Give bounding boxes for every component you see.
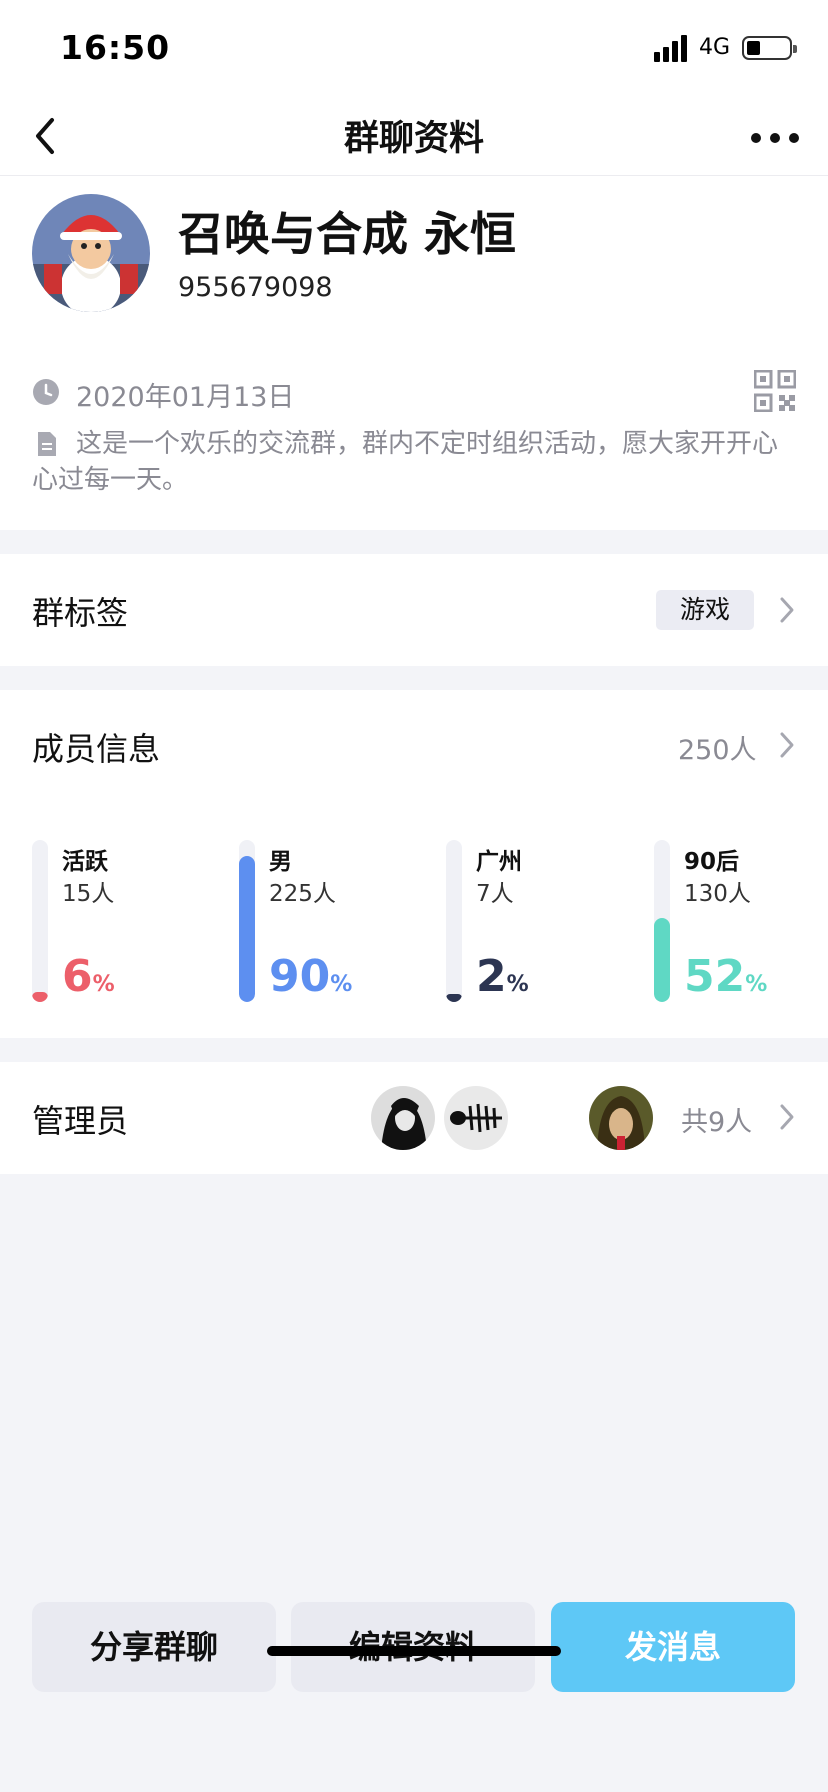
created-date: 2020年01月13日 [76, 382, 295, 413]
admin-avatar[interactable] [589, 1086, 653, 1150]
stat-bar [446, 994, 462, 1002]
admins-row[interactable]: 管理员 共9人 [0, 1062, 828, 1174]
admin-avatar[interactable] [444, 1086, 508, 1150]
chevron-right-icon [780, 597, 794, 623]
stat-label: 广州 [476, 849, 522, 875]
member-count[interactable]: 250人 [678, 728, 757, 767]
page-title: 群聊资料 [343, 119, 484, 159]
nav-bar: 群聊资料 [0, 96, 828, 176]
admins-label: 管理员 [32, 1102, 129, 1140]
stat-guangzhou: 广州 7人 2% [446, 840, 646, 1002]
member-info-label: 成员信息 [32, 730, 161, 768]
status-time: 16:50 [60, 28, 171, 67]
stat-post90s: 90后 130人 52% [654, 840, 828, 1002]
stat-label: 90后 [684, 849, 740, 875]
stat-track [239, 840, 255, 1002]
group-tags-row[interactable]: 群标签 游戏 [0, 554, 828, 666]
cellular-signal-icon [654, 35, 687, 62]
send-message-button[interactable]: 发消息 [551, 1602, 795, 1692]
admins-count: 共9人 [681, 1107, 753, 1138]
group-header: 召唤与合成 永恒 955679098 2020年01月13日 这是一个欢乐的交流… [0, 176, 828, 530]
stat-track [446, 840, 462, 1002]
stat-active: 活跃 15人 6% [32, 840, 232, 1002]
stat-percent: 52% [684, 951, 768, 1002]
chevron-right-icon[interactable] [778, 730, 796, 760]
home-indicator [267, 1646, 561, 1656]
stat-count: 15人 [62, 881, 115, 907]
stat-count: 7人 [476, 881, 514, 907]
stat-percent: 90% [269, 951, 353, 1002]
status-bar: 16:50 4G [0, 0, 828, 96]
group-description: 这是一个欢乐的交流群，群内不定时组织活动，愿大家开开心心过每一天。 [32, 429, 779, 495]
admin-avatar-image [589, 1086, 653, 1150]
stat-track [654, 840, 670, 1002]
battery-icon [742, 36, 797, 60]
group-id: 955679098 [178, 272, 333, 303]
stat-label: 男 [269, 849, 292, 875]
stat-track [32, 840, 48, 1002]
more-icon[interactable] [748, 118, 802, 158]
group-tags-label: 群标签 [32, 594, 129, 632]
stat-percent: 2% [476, 951, 529, 1002]
bottom-action-bar: 分享群聊 编辑资料 发消息 [0, 1572, 828, 1792]
tag-badge[interactable]: 游戏 [656, 590, 754, 630]
member-info-section: 成员信息 250人 活跃 15人 6% 男 225人 90% 广州 7人 2% … [0, 690, 828, 1038]
group-avatar[interactable] [32, 194, 150, 312]
stat-bar [32, 992, 48, 1002]
chevron-right-icon [780, 1104, 794, 1130]
stat-percent: 6% [62, 951, 115, 1002]
clock-icon [33, 379, 59, 405]
admin-avatar-image [371, 1086, 435, 1150]
qr-code-icon[interactable] [754, 370, 796, 412]
stat-label: 活跃 [62, 849, 108, 875]
share-group-button[interactable]: 分享群聊 [32, 1602, 276, 1692]
admin-avatar[interactable] [371, 1086, 435, 1150]
network-type: 4G [699, 35, 731, 60]
santa-avatar-image [32, 194, 150, 312]
stat-male: 男 225人 90% [239, 840, 439, 1002]
admin-avatar-image [444, 1086, 508, 1150]
stat-bar [239, 856, 255, 1002]
group-name: 召唤与合成 永恒 [178, 207, 517, 261]
stat-bar [654, 918, 670, 1002]
stat-count: 225人 [269, 881, 336, 907]
stat-count: 130人 [684, 881, 751, 907]
